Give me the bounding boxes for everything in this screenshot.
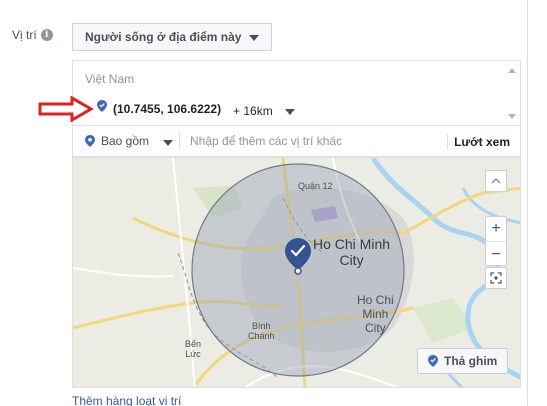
map-label-hcm-city-small: Ho Chi Minh City — [357, 293, 394, 335]
panel-divider — [527, 0, 528, 406]
chevron-down-icon — [163, 140, 173, 146]
audience-type-dropdown[interactable]: Người sống ở địa điểm này — [72, 23, 272, 51]
map-label-binh-chanh: Bình Chánh — [248, 321, 275, 341]
info-icon[interactable]: i — [40, 29, 53, 41]
chevron-down-icon — [249, 35, 259, 41]
map-label-ben-luc: Bến Lức — [185, 339, 202, 359]
bulk-add-locations-link[interactable]: Thêm hàng loạt vị trí — [72, 394, 181, 406]
map-collapse-button[interactable] — [485, 170, 507, 192]
location-pin-icon — [428, 355, 438, 367]
crosshair-icon — [490, 272, 502, 284]
map-label-district12: Quận 12 — [298, 181, 333, 191]
divider — [447, 134, 448, 150]
divider — [179, 133, 180, 149]
location-label-text: Vị trí — [12, 28, 37, 42]
location-map[interactable]: Quận 12 Ho Chi Minh City Ho Chi Minh Cit… — [72, 157, 521, 388]
include-exclude-dropdown[interactable]: Bao gồm — [73, 126, 179, 156]
scroll-up-icon[interactable] — [508, 68, 516, 73]
drop-pin-button[interactable]: Thả ghim — [417, 348, 509, 374]
location-search-row: Bao gồm Lướt xem — [72, 125, 521, 157]
chevron-up-icon — [491, 178, 501, 184]
recenter-button[interactable] — [485, 267, 507, 289]
radius-chevron-down-icon[interactable] — [285, 109, 295, 115]
zoom-controls: + − — [485, 216, 507, 266]
location-pin-icon — [97, 100, 107, 112]
zoom-out-button[interactable]: − — [486, 242, 506, 267]
radius-dropdown[interactable]: + 16km — [233, 104, 273, 118]
location-search-input[interactable] — [190, 131, 445, 151]
red-arrow-annotation — [38, 96, 94, 122]
include-label: Bao gồm — [101, 134, 150, 148]
drop-pin-label: Thả ghim — [444, 354, 498, 368]
scroll-down-icon[interactable] — [508, 114, 516, 119]
selected-locations-box: Việt Nam (10.7455, 106.6222) + 16km — [72, 60, 521, 125]
pin-coordinates[interactable]: (10.7455, 106.6222) — [113, 102, 221, 116]
country-label: Việt Nam — [85, 72, 135, 86]
browse-button[interactable]: Lướt xem — [454, 135, 510, 149]
location-pin-icon — [85, 135, 95, 147]
zoom-in-button[interactable]: + — [486, 217, 506, 242]
audience-type-label: Người sống ở địa điểm này — [85, 30, 242, 44]
map-label-hcm-city: Ho Chi Minh City — [313, 236, 391, 268]
location-label: Vị trí i — [12, 28, 53, 42]
